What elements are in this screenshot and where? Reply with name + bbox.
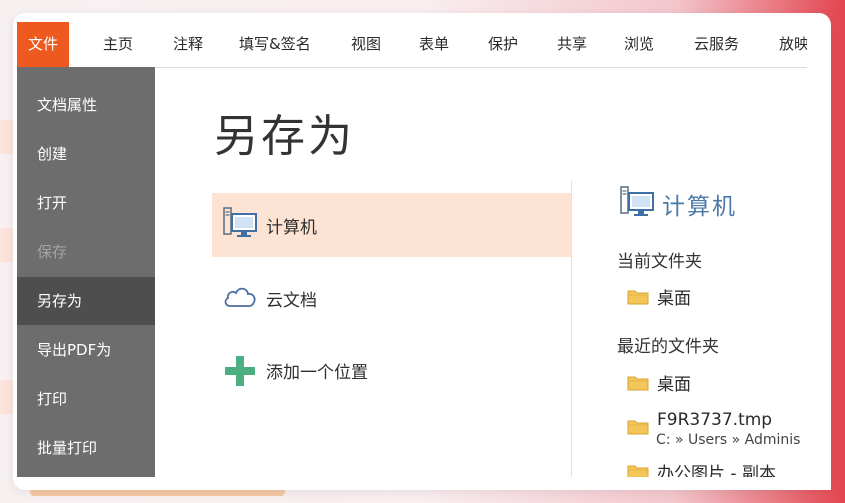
folder-icon [627,288,649,305]
sidebar-item-export-pdf[interactable]: 导出PDF为 [17,326,155,374]
recent-folder-item[interactable]: F9R3737.tmp [627,404,772,435]
current-folder-heading: 当前文件夹 [617,252,702,272]
folder-path: C: » Users » Adminis [656,432,801,448]
detail-header: 计算机 [618,184,737,224]
folder-name: F9R3737.tmp [657,409,773,430]
panel-divider [571,180,572,477]
tab-cloud-services[interactable]: 云服务 [694,28,739,61]
tab-share[interactable]: 共享 [557,28,587,61]
plus-icon [222,350,258,390]
sidebar-item-create[interactable]: 创建 [17,130,155,178]
sidebar-item-open[interactable]: 打开 [17,179,155,227]
tab-file[interactable]: 文件 [17,22,70,67]
location-add-place[interactable]: 添加一个位置 [212,338,571,402]
computer-icon [222,205,258,245]
location-label: 添加一个位置 [266,362,368,383]
tab-browse[interactable]: 浏览 [624,28,654,61]
location-label: 云文档 [266,290,317,311]
window-bottom-edge [572,477,831,490]
sidebar-item-save-as[interactable]: 另存为 [17,277,155,325]
computer-icon [618,184,656,224]
folder-icon [627,374,649,391]
sidebar-item-print[interactable]: 打印 [17,375,155,423]
backstage-sidebar: 文档属性 创建 打开 保存 另存为 导出PDF为 打印 批量打印 [17,67,155,477]
detail-title: 计算机 [662,194,737,220]
tab-form[interactable]: 表单 [419,28,449,61]
tab-view[interactable]: 视图 [351,28,381,61]
tab-comment[interactable]: 注释 [173,28,203,61]
tab-home[interactable]: 主页 [103,28,133,61]
ribbon-tab-bar: 文件 主页 注释 填写&签名 视图 表单 保护 共享 浏览 云服务 放映 [17,22,807,68]
sidebar-item-batch-print[interactable]: 批量打印 [17,424,155,472]
sidebar-item-save: 保存 [37,243,68,261]
tab-slideshow[interactable]: 放映 [779,28,807,61]
recent-folders-heading: 最近的文件夹 [617,337,719,357]
folder-name: 桌面 [657,289,691,309]
current-folder-item[interactable]: 桌面 [627,284,691,309]
location-computer[interactable]: 计算机 [212,193,571,257]
location-cloud-docs[interactable]: 云文档 [212,266,571,330]
recent-folder-item[interactable]: 桌面 [627,370,691,395]
location-label: 计算机 [266,217,317,238]
tab-protect[interactable]: 保护 [488,28,518,61]
save-location-list: 计算机 云文档 添加一个位置 [212,180,571,480]
folder-name: 桌面 [657,375,691,395]
page-title: 另存为 [214,111,355,162]
cloud-icon [222,278,258,318]
sidebar-item-document-properties[interactable]: 文档属性 [17,81,155,129]
folder-icon [627,418,649,435]
tab-fill-sign[interactable]: 填写&签名 [239,28,311,61]
